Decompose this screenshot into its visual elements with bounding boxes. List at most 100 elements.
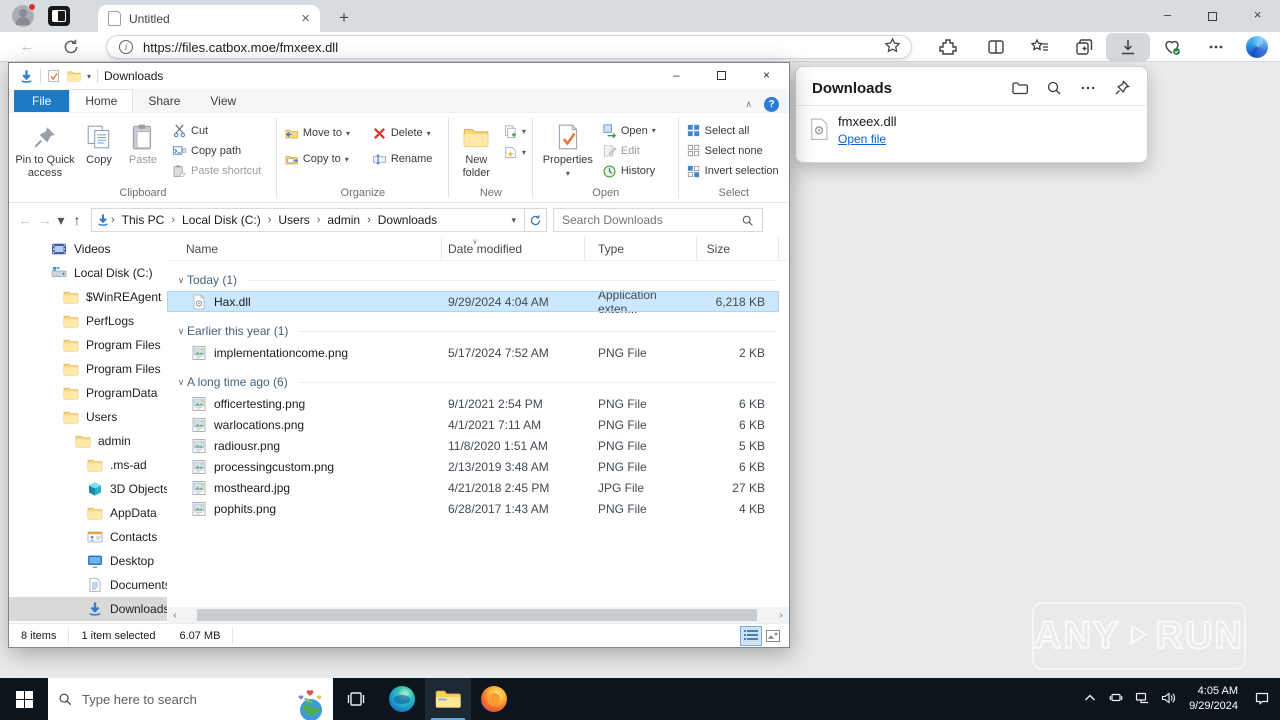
add-favorite-star-icon[interactable] <box>884 37 901 57</box>
menu-tab-home[interactable]: Home <box>69 89 134 112</box>
column-header-name[interactable]: Name <box>167 237 442 260</box>
properties-button[interactable]: Properties ▾ <box>537 118 599 180</box>
large-icons-view-button[interactable] <box>763 627 783 645</box>
explorer-maximize-button[interactable] <box>699 63 744 89</box>
search-downloads-icon[interactable] <box>1045 79 1063 97</box>
taskbar-file-explorer-button[interactable] <box>425 678 471 720</box>
cut-button[interactable]: Cut <box>169 122 264 139</box>
group-collapse-icon[interactable]: ∨ <box>167 377 187 388</box>
new-folder-button[interactable]: New folder <box>453 118 500 180</box>
qat-properties-icon[interactable] <box>47 69 61 83</box>
column-header-type[interactable]: Type <box>585 237 697 260</box>
taskbar-edge-button[interactable] <box>379 678 425 720</box>
site-info-icon[interactable]: i <box>119 40 133 54</box>
file-row-pophits-png[interactable]: pophits.png 6/28/2017 1:43 AM PNG File 4 KB <box>167 498 779 519</box>
select-all-button[interactable]: Select all <box>683 122 782 139</box>
sidebar-item-winreagent[interactable]: $WinREAgent <box>9 285 167 309</box>
new-tab-button[interactable]: + <box>334 8 354 28</box>
tab-actions-menu-icon[interactable] <box>48 6 70 26</box>
address-refresh-icon[interactable] <box>525 208 547 232</box>
browser-address-bar[interactable]: i https://files.catbox.moe/fmxeex.dll <box>106 35 912 59</box>
horizontal-scrollbar[interactable]: ‹ › <box>167 607 789 623</box>
tray-cast-icon[interactable] <box>1103 690 1129 709</box>
breadcrumb-item-local-disk-c[interactable]: Local Disk (C:) <box>176 213 267 227</box>
extensions-icon[interactable] <box>937 36 959 58</box>
action-center-icon[interactable] <box>1248 690 1274 709</box>
ribbon-collapse-icon[interactable]: ∧ <box>745 99 752 110</box>
tray-volume-icon[interactable] <box>1155 690 1181 709</box>
url-text[interactable]: https://files.catbox.moe/fmxeex.dll <box>143 40 884 55</box>
address-box[interactable]: › This PC › Local Disk (C:) › Users › admin › Dow… <box>91 208 525 232</box>
breadcrumb-item-users[interactable]: Users <box>272 213 315 227</box>
favorites-icon[interactable] <box>1029 36 1051 58</box>
file-group-header-earlier-this-year-1[interactable]: ∨ Earlier this year (1) <box>167 320 789 342</box>
group-collapse-icon[interactable]: ∨ <box>167 326 187 337</box>
file-group-header-a-long-time-ago-6[interactable]: ∨ A long time ago (6) <box>167 371 789 393</box>
file-row-implementationcome-png[interactable]: implementationcome.png 5/17/2024 7:52 AM P… <box>167 342 779 363</box>
sidebar-item-contacts[interactable]: Contacts <box>9 525 167 549</box>
sidebar-item-videos[interactable]: Videos <box>9 237 167 261</box>
horizontal-scroll-thumb[interactable] <box>197 609 757 621</box>
browser-tab[interactable]: Untitled × <box>98 5 320 32</box>
sidebar-item-downloads[interactable]: Downloads <box>9 597 167 621</box>
group-collapse-icon[interactable]: ∨ <box>167 275 187 286</box>
browser-settings-more-icon[interactable] <box>1205 36 1227 58</box>
copy-button[interactable]: Copy <box>77 118 121 180</box>
new-item-button[interactable]: ▾ <box>500 122 529 140</box>
tray-show-hidden-icons[interactable] <box>1077 690 1103 709</box>
sidebar-item-ms-ad[interactable]: .ms-ad <box>9 453 167 477</box>
file-row-hax-dll[interactable]: Hax.dll 9/29/2024 4:04 AM Application exte… <box>167 288 779 316</box>
split-screen-icon[interactable] <box>985 36 1007 58</box>
rename-button[interactable]: Rename <box>369 150 449 168</box>
browser-close-button[interactable]: × <box>1235 0 1280 32</box>
search-highlights-globe-icon[interactable] <box>293 686 327 720</box>
file-row-processingcustom-png[interactable]: processingcustom.png 2/13/2019 3:48 AM PNG… <box>167 456 779 477</box>
sidebar-item-program-files[interactable]: Program Files <box>9 357 167 381</box>
copilot-icon[interactable] <box>1246 36 1268 58</box>
scroll-left-icon[interactable]: ‹ <box>167 610 183 621</box>
taskbar-search-box[interactable]: Type here to search <box>48 678 333 720</box>
move-to-button[interactable]: Move to ▾ <box>281 124 369 142</box>
browser-minimize-button[interactable]: – <box>1145 0 1190 32</box>
file-row-officertesting-png[interactable]: officertesting.png 9/1/2021 2:54 PM PNG Fi… <box>167 393 779 414</box>
nav-forward-icon[interactable]: → <box>35 212 55 228</box>
details-view-button[interactable] <box>740 625 762 646</box>
browser-refresh-icon[interactable] <box>62 38 80 56</box>
downloads-icon[interactable] <box>1117 36 1139 58</box>
sidebar-item-admin[interactable]: admin <box>9 429 167 453</box>
nav-back-icon[interactable]: ← <box>15 212 35 228</box>
browser-essentials-icon[interactable] <box>1161 36 1183 58</box>
task-view-button[interactable] <box>333 678 379 720</box>
browser-back-icon[interactable]: ← <box>18 38 36 56</box>
breadcrumb-item-downloads[interactable]: Downloads <box>372 213 443 227</box>
tab-close-icon[interactable]: × <box>301 11 310 26</box>
scroll-right-icon[interactable]: › <box>773 610 789 621</box>
menu-tab-share[interactable]: Share <box>133 90 195 112</box>
collections-icon[interactable] <box>1073 36 1095 58</box>
breadcrumb-item-this-pc[interactable]: This PC <box>116 213 171 227</box>
edit-button[interactable]: Edit <box>599 142 659 159</box>
invert-selection-button[interactable]: Invert selection <box>683 163 782 180</box>
open-downloads-folder-icon[interactable] <box>1011 79 1029 97</box>
search-magnifier-icon[interactable] <box>741 214 754 227</box>
delete-button[interactable]: Delete ▾ <box>369 124 449 142</box>
download-item[interactable]: fmxeex.dll Open file <box>796 106 1147 146</box>
sidebar-item-local-disk-c[interactable]: Local Disk (C:) <box>9 261 167 285</box>
qat-customize-icon[interactable]: ▾ <box>87 72 91 81</box>
taskbar-clock[interactable]: 4:05 AM 9/29/2024 <box>1181 684 1248 714</box>
tray-network-icon[interactable] <box>1129 690 1155 709</box>
copy-to-button[interactable]: Copy to ▾ <box>281 150 369 168</box>
address-dropdown-icon[interactable]: ▾ <box>511 215 520 226</box>
nav-up-icon[interactable]: ↑ <box>67 212 87 228</box>
explorer-search-box[interactable]: Search Downloads <box>553 208 763 232</box>
open-button[interactable]: Open ▾ <box>599 122 659 139</box>
sidebar-item-appdata[interactable]: AppData <box>9 501 167 525</box>
browser-restore-button[interactable] <box>1190 0 1235 32</box>
paste-button[interactable]: Paste <box>121 118 165 180</box>
pin-downloads-icon[interactable] <box>1113 79 1131 97</box>
start-button[interactable] <box>0 678 48 720</box>
sidebar-item-perflogs[interactable]: PerfLogs <box>9 309 167 333</box>
explorer-close-button[interactable]: × <box>744 63 789 89</box>
open-file-link[interactable]: Open file <box>838 132 886 146</box>
sidebar-item-3d-objects[interactable]: 3D Objects <box>9 477 167 501</box>
